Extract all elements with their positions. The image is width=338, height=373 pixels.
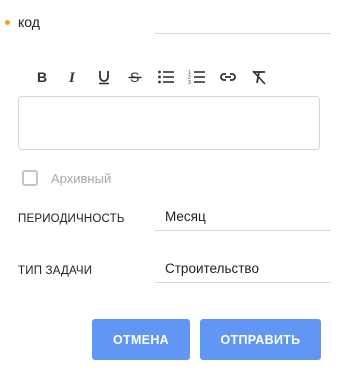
task-form: КОД B I S — [0, 0, 338, 373]
rich-text-editor[interactable] — [18, 96, 320, 150]
svg-text:B: B — [37, 69, 47, 85]
submit-button[interactable]: ОТПРАВИТЬ — [200, 319, 321, 360]
periodicity-select[interactable]: Месяц — [155, 205, 331, 231]
archive-checkbox[interactable] — [22, 170, 38, 186]
archive-checkbox-row[interactable]: Архивный — [22, 168, 111, 188]
code-input[interactable] — [155, 8, 331, 34]
periodicity-label: ПЕРИОДИЧНОСТЬ — [18, 213, 125, 225]
cancel-button[interactable]: ОТМЕНА — [92, 319, 190, 360]
code-label: КОД — [18, 14, 40, 30]
strikethrough-icon[interactable]: S — [123, 66, 146, 88]
clear-format-icon[interactable] — [247, 66, 270, 88]
numbered-list-icon[interactable]: 1 2 3 — [185, 66, 208, 88]
code-field-row: КОД — [0, 8, 338, 38]
bullet-list-icon[interactable] — [154, 66, 177, 88]
underline-icon[interactable] — [92, 66, 115, 88]
svg-text:I: I — [68, 70, 76, 85]
italic-icon[interactable]: I — [61, 66, 84, 88]
task-type-label: ТИП ЗАДАЧИ — [18, 265, 93, 277]
archive-label: Архивный — [51, 170, 112, 186]
svg-text:3: 3 — [188, 80, 191, 85]
task-type-select[interactable]: Строительство — [155, 257, 331, 283]
required-indicator — [5, 20, 10, 25]
link-icon[interactable] — [216, 66, 239, 88]
bold-icon[interactable]: B — [30, 66, 53, 88]
formatting-toolbar: B I S — [30, 65, 278, 89]
